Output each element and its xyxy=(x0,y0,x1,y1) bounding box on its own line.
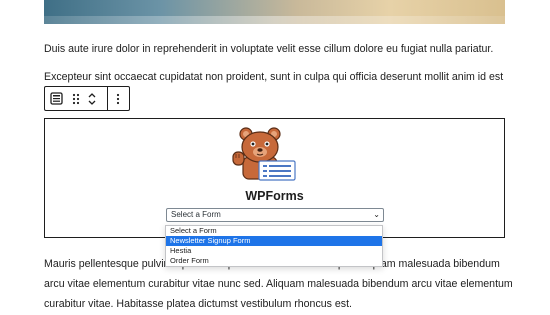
paragraph-2: Excepteur sint occaecat cupidatat non pr… xyxy=(44,71,504,83)
form-select-dropdown[interactable]: Select a Form Newsletter Signup Form Hes… xyxy=(165,225,383,267)
drag-handle-icon xyxy=(72,93,79,104)
move-up-down-button[interactable] xyxy=(84,87,101,110)
dropdown-option[interactable]: Order Form xyxy=(166,256,382,266)
drag-handle-button[interactable] xyxy=(68,87,83,110)
block-type-button[interactable] xyxy=(45,87,68,110)
wpforms-block-icon xyxy=(50,92,63,105)
chevron-down-icon: ⌄ xyxy=(373,210,380,219)
article-image xyxy=(44,0,505,24)
dropdown-option-highlighted[interactable]: Newsletter Signup Form xyxy=(166,236,382,246)
wpforms-bear-logo-icon xyxy=(232,127,296,181)
wpforms-block[interactable]: WPForms Select a Form ⌄ xyxy=(44,118,505,238)
wpforms-title: WPForms xyxy=(245,189,304,203)
form-select[interactable]: Select a Form ⌄ xyxy=(166,208,384,222)
paragraph-1: Duis aute irure dolor in reprehenderit i… xyxy=(44,43,494,55)
block-toolbar xyxy=(44,86,130,111)
form-select-value: Select a Form xyxy=(171,210,221,219)
dropdown-option[interactable]: Select a Form xyxy=(166,226,382,236)
move-up-down-icon xyxy=(88,92,96,105)
more-options-button[interactable] xyxy=(108,87,129,110)
more-options-icon xyxy=(117,93,120,104)
dropdown-option[interactable]: Hestia xyxy=(166,246,382,256)
